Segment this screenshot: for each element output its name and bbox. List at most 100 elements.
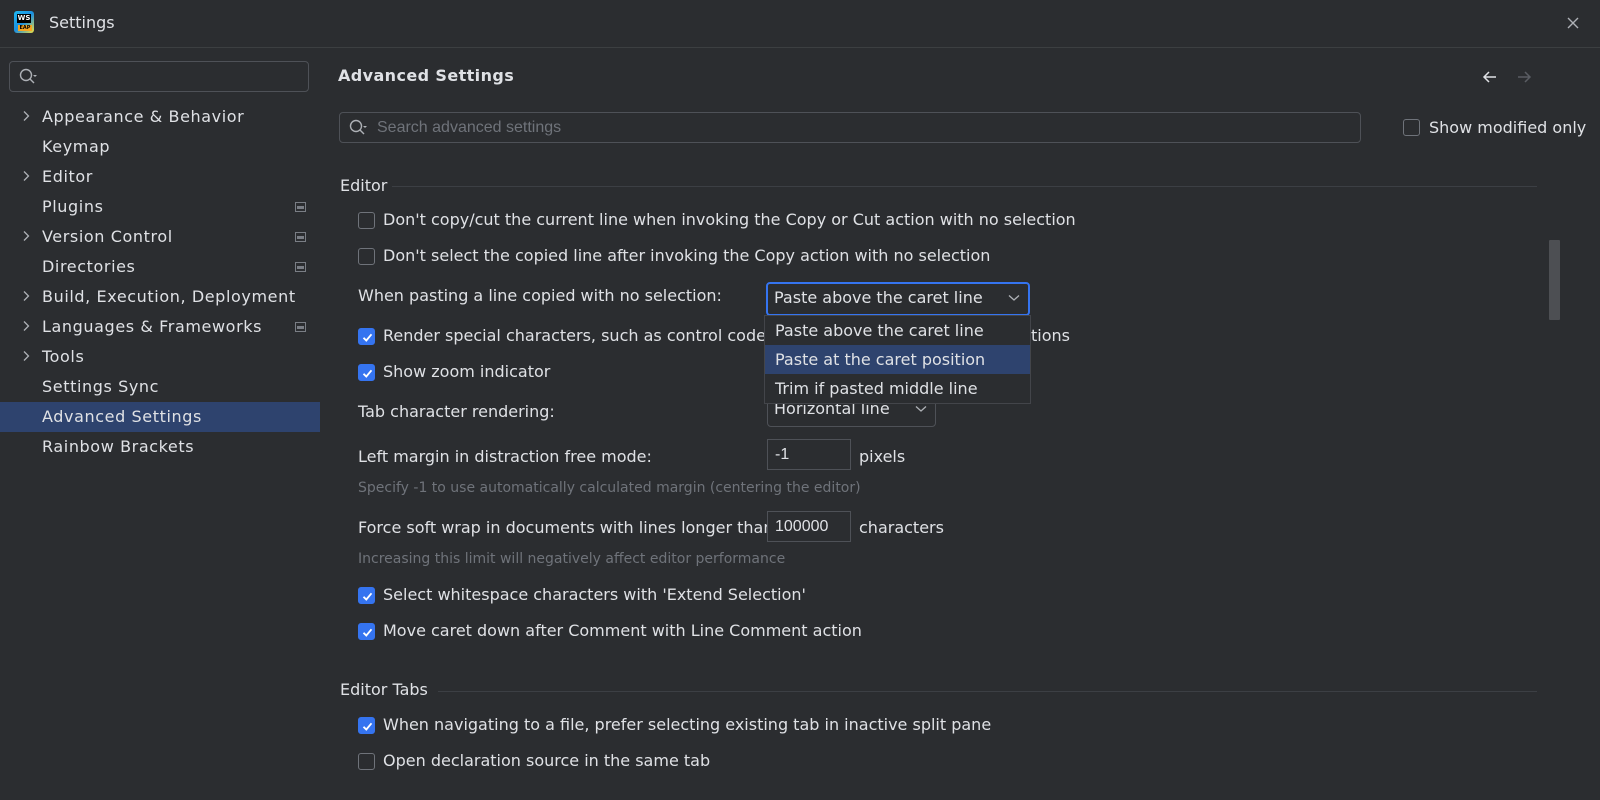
sidebar-item-tools[interactable]: Tools — [0, 342, 320, 372]
sidebar-item-label: Tools — [42, 347, 85, 366]
forward-button[interactable] — [1514, 67, 1534, 87]
sidebar-item-directories[interactable]: Directories — [0, 252, 320, 282]
soft-wrap-label: Force soft wrap in documents with lines … — [358, 518, 779, 537]
window-title: Settings — [49, 13, 115, 32]
dropdown-option[interactable]: Trim if pasted middle line — [765, 374, 1030, 403]
checkmark-icon — [362, 369, 373, 378]
advanced-settings-panel: Advanced Settings Show modified only Edi… — [320, 49, 1600, 800]
section-title-editor: Editor — [340, 176, 388, 195]
sidebar-item-build-execution-deployment[interactable]: Build, Execution, Deployment — [0, 282, 320, 312]
show-modified-only-label: Show modified only — [1429, 118, 1587, 137]
sidebar-item-plugins[interactable]: Plugins — [0, 192, 320, 222]
settings-tree: Appearance & Behavior Keymap Editor Plugins… — [0, 102, 320, 462]
setting-select-whitespace[interactable]: Select whitespace characters with 'Exten… — [358, 585, 1258, 607]
app-icon-eap-text: EAP — [18, 25, 32, 31]
left-margin-unit: pixels — [859, 447, 906, 466]
checkmark-icon — [362, 592, 373, 601]
section-divider — [438, 691, 1537, 692]
search-icon — [19, 68, 37, 84]
sidebar-item-label: Build, Execution, Deployment — [42, 287, 296, 306]
left-margin-hint: Specify -1 to use automatically calculat… — [358, 480, 861, 496]
checkbox[interactable] — [358, 623, 375, 640]
setting-dont-select-copied[interactable]: Don't select the copied line after invok… — [358, 246, 1258, 268]
chevron-right-icon[interactable] — [20, 290, 32, 302]
sidebar-item-editor[interactable]: Editor — [0, 162, 320, 192]
project-level-icon — [295, 232, 306, 242]
arrow-left-icon — [1482, 71, 1496, 83]
soft-wrap-unit: characters — [859, 518, 944, 537]
vertical-scrollbar-thumb[interactable] — [1549, 240, 1560, 320]
sidebar-search-field[interactable] — [9, 61, 309, 92]
paste-mode-options-popup: Paste above the caret line Paste at the … — [764, 315, 1031, 404]
checkbox[interactable] — [358, 364, 375, 381]
chevron-down-icon — [915, 406, 927, 412]
setting-label: Render special characters, such as contr… — [383, 326, 780, 345]
setting-prefer-existing-tab[interactable]: When navigating to a file, prefer select… — [358, 715, 1258, 737]
back-button[interactable] — [1480, 67, 1500, 87]
left-margin-label: Left margin in distraction free mode: — [358, 447, 652, 466]
checkmark-icon — [362, 333, 373, 342]
sidebar-item-languages-frameworks[interactable]: Languages & Frameworks — [0, 312, 320, 342]
chevron-right-icon[interactable] — [20, 350, 32, 362]
left-margin-input[interactable] — [767, 439, 851, 470]
sidebar-item-label: Directories — [42, 257, 136, 276]
dropdown-option-highlighted[interactable]: Paste at the caret position — [765, 345, 1030, 374]
setting-label: When navigating to a file, prefer select… — [383, 715, 992, 734]
app-icon-ws-text: WS — [17, 14, 31, 23]
sidebar-item-label: Rainbow Brackets — [42, 437, 195, 456]
sidebar-item-label: Appearance & Behavior — [42, 107, 245, 126]
tab-rendering-label: Tab character rendering: — [358, 402, 555, 421]
settings-sidebar: Appearance & Behavior Keymap Editor Plugins… — [0, 49, 320, 800]
advanced-search-input[interactable] — [377, 117, 1347, 139]
sidebar-item-keymap[interactable]: Keymap — [0, 132, 320, 162]
paste-mode-label: When pasting a line copied with no selec… — [358, 286, 722, 305]
chevron-right-icon[interactable] — [20, 230, 32, 242]
webstorm-eap-icon: WS EAP — [14, 11, 34, 33]
advanced-search-field[interactable] — [339, 112, 1361, 143]
setting-label: Don't copy/cut the current line when inv… — [383, 210, 1076, 229]
checkbox[interactable] — [358, 212, 375, 229]
project-level-icon — [295, 202, 306, 212]
sidebar-item-version-control[interactable]: Version Control — [0, 222, 320, 252]
checkbox[interactable] — [358, 753, 375, 770]
setting-label: Don't select the copied line after invok… — [383, 246, 991, 265]
sidebar-item-label: Languages & Frameworks — [42, 317, 263, 336]
project-level-icon — [295, 322, 306, 332]
project-level-icon — [295, 262, 306, 272]
sidebar-item-label: Advanced Settings — [42, 407, 202, 426]
sidebar-item-advanced-settings[interactable]: Advanced Settings — [0, 402, 320, 432]
sidebar-item-label: Version Control — [42, 227, 173, 246]
close-button[interactable] — [1562, 12, 1584, 34]
section-divider — [392, 186, 1537, 187]
dropdown-option[interactable]: Paste above the caret line — [765, 316, 1030, 345]
paste-mode-dropdown[interactable]: Paste above the caret line — [766, 282, 1030, 316]
chevron-right-icon[interactable] — [20, 110, 32, 122]
setting-label: Select whitespace characters with 'Exten… — [383, 585, 806, 604]
chevron-right-icon[interactable] — [20, 170, 32, 182]
section-title-editor-tabs: Editor Tabs — [340, 680, 428, 699]
soft-wrap-hint: Increasing this limit will negatively af… — [358, 551, 786, 567]
checkmark-icon — [362, 628, 373, 637]
page-title: Advanced Settings — [338, 66, 515, 85]
title-bar: WS EAP Settings — [0, 0, 1600, 48]
close-icon — [1567, 17, 1579, 29]
setting-label: Show zoom indicator — [383, 362, 551, 381]
sidebar-item-appearance-behavior[interactable]: Appearance & Behavior — [0, 102, 320, 132]
checkbox[interactable] — [358, 587, 375, 604]
setting-open-declaration[interactable]: Open declaration source in the same tab — [358, 751, 1258, 773]
sidebar-search-input[interactable] — [46, 66, 302, 88]
checkbox[interactable] — [358, 248, 375, 265]
sidebar-item-rainbow-brackets[interactable]: Rainbow Brackets — [0, 432, 320, 462]
sidebar-item-label: Plugins — [42, 197, 104, 216]
paste-mode-value: Paste above the caret line — [774, 288, 983, 307]
sidebar-item-settings-sync[interactable]: Settings Sync — [0, 372, 320, 402]
setting-move-caret[interactable]: Move caret down after Comment with Line … — [358, 621, 1258, 643]
setting-label: Move caret down after Comment with Line … — [383, 621, 862, 640]
chevron-right-icon[interactable] — [20, 320, 32, 332]
checkbox[interactable] — [358, 717, 375, 734]
sidebar-item-label: Settings Sync — [42, 377, 160, 396]
soft-wrap-input[interactable] — [767, 511, 851, 542]
checkbox[interactable] — [358, 328, 375, 345]
checkbox-box[interactable] — [1403, 119, 1420, 136]
setting-dont-copy-cut[interactable]: Don't copy/cut the current line when inv… — [358, 210, 1258, 232]
